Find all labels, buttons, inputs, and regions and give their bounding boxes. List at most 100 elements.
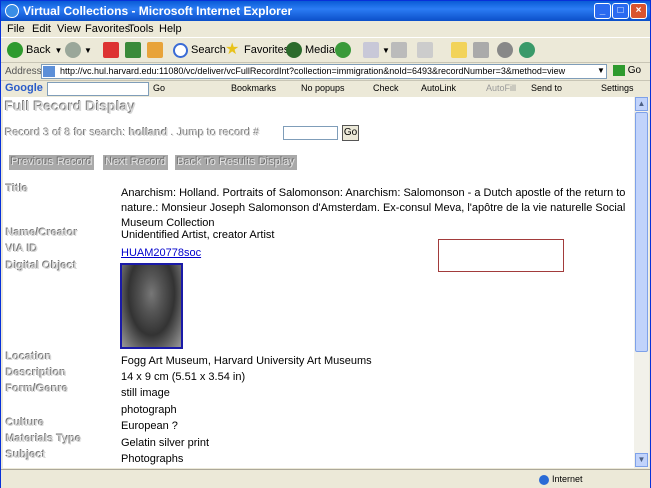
bookmarks-button[interactable]: Bookmarks	[231, 83, 276, 93]
go-button[interactable]: Go	[613, 65, 641, 76]
ie-icon	[5, 4, 19, 18]
mail-icon	[363, 42, 379, 58]
google-go-button[interactable]: Go	[153, 83, 165, 93]
go-arrow-icon	[613, 65, 625, 76]
star-icon: ★	[225, 41, 240, 58]
menu-edit[interactable]: Edit	[32, 23, 51, 35]
stop-icon	[103, 42, 119, 58]
jump-go-button[interactable]: Go	[342, 125, 359, 141]
scroll-up-icon[interactable]: ▲	[635, 97, 648, 111]
folder-button[interactable]	[451, 42, 470, 58]
favorites-button[interactable]: ★ Favorites	[225, 42, 289, 58]
sendto-button[interactable]: Send to	[531, 83, 562, 93]
google-logo: Google	[5, 82, 43, 94]
close-button[interactable]: ×	[630, 3, 647, 19]
edit-button[interactable]	[417, 42, 436, 58]
standard-toolbar: Back ▼ ▼ Search ★ Favorites Media ▼	[1, 37, 650, 62]
field-label-via-id: VIA ID	[6, 243, 38, 255]
page-icon	[43, 66, 55, 77]
field-value-materials: Gelatin silver print	[121, 437, 210, 449]
address-input[interactable]: http://vc.hul.harvard.edu:11080/vc/deliv…	[41, 64, 607, 79]
field-label-location: Location	[6, 351, 52, 363]
scroll-down-icon[interactable]: ▼	[635, 453, 648, 467]
page-title: Full Record Display	[5, 98, 136, 114]
messenger-button[interactable]	[497, 42, 516, 58]
history-icon	[335, 42, 351, 58]
field-value-location: Fogg Art Museum, Harvard University Art …	[121, 355, 372, 367]
field-label-subject: Subject	[6, 449, 46, 461]
forward-button[interactable]: ▼	[65, 42, 92, 58]
field-value-form-genre-2: photograph	[121, 404, 177, 416]
next-record-button[interactable]: Next Record	[103, 155, 169, 170]
window-title: Virtual Collections - Microsoft Internet…	[23, 4, 293, 18]
search-button[interactable]: Search	[173, 42, 226, 58]
media-button[interactable]: Media	[286, 42, 335, 58]
field-label-description: Description	[6, 367, 67, 379]
field-label-materials: Materials Type	[6, 433, 82, 445]
field-label-title: Title	[6, 183, 29, 195]
page-content: Full Record Display Record 3 of 8 for se…	[3, 97, 634, 468]
msn-icon	[519, 42, 535, 58]
search-term: holland	[129, 127, 169, 139]
settings-button[interactable]: Settings	[601, 83, 634, 93]
back-arrow-icon	[7, 42, 23, 58]
mail-button[interactable]: ▼	[363, 42, 390, 58]
google-toolbar: Google Go Bookmarks No popups Check Auto…	[1, 80, 650, 97]
previous-record-button[interactable]: Previous Record	[9, 155, 95, 170]
annotation-box	[438, 239, 564, 272]
scrollbar-thumb[interactable]	[635, 112, 648, 352]
menu-file[interactable]: File	[7, 23, 25, 35]
autofill-button[interactable]: AutoFill	[486, 83, 516, 93]
media-icon	[286, 42, 302, 58]
field-value-creator: Unidentified Artist, creator Artist	[121, 229, 275, 241]
search-icon	[173, 42, 188, 58]
menu-tools[interactable]: Tools	[128, 23, 154, 35]
popups-button[interactable]: No popups	[301, 83, 345, 93]
search-summary: Record 3 of 8 for search: holland . Jump…	[5, 127, 260, 139]
back-to-results-button[interactable]: Back To Results Display	[175, 155, 297, 170]
via-id-link[interactable]: HUAM20778soc	[121, 247, 201, 259]
back-button[interactable]: Back ▼	[7, 42, 62, 58]
address-dropdown-icon[interactable]: ▼	[597, 66, 605, 75]
menu-favorites[interactable]: Favorites	[85, 23, 130, 35]
field-value-description: 14 x 9 cm (5.51 x 3.54 in)	[121, 371, 246, 383]
browser-window: Virtual Collections - Microsoft Internet…	[0, 0, 651, 488]
status-bar: Internet	[1, 469, 650, 488]
address-bar: Address http://vc.hul.harvard.edu:11080/…	[1, 62, 650, 81]
refresh-button[interactable]	[125, 42, 144, 58]
print-button[interactable]	[391, 42, 410, 58]
research-icon	[473, 42, 489, 58]
stop-button[interactable]	[103, 42, 122, 58]
field-value-title: Anarchism: Holland. Portraits of Salomon…	[121, 187, 626, 229]
research-button[interactable]	[473, 42, 492, 58]
forward-arrow-icon	[65, 42, 81, 58]
google-search-input[interactable]	[47, 82, 149, 96]
print-icon	[391, 42, 407, 58]
vertical-scrollbar[interactable]: ▲ ▼	[634, 97, 649, 468]
history-button[interactable]	[335, 42, 354, 58]
messenger-icon	[497, 42, 513, 58]
globe-icon	[539, 474, 549, 485]
field-value-culture: European ?	[121, 420, 178, 432]
minimize-button[interactable]: _	[594, 3, 611, 19]
check-button[interactable]: Check	[373, 83, 399, 93]
field-label-digital-object: Digital Object	[6, 260, 77, 272]
home-button[interactable]	[147, 42, 166, 58]
internet-zone: Internet	[539, 474, 583, 485]
folder-icon	[451, 42, 467, 58]
menu-bar: File Edit View Favorites Tools Help	[1, 21, 650, 54]
digital-object-thumbnail[interactable]	[120, 263, 183, 349]
msn-button[interactable]	[519, 42, 538, 58]
field-value-form-genre: still image	[121, 387, 170, 399]
autolink-button[interactable]: AutoLink	[421, 83, 456, 93]
refresh-icon	[125, 42, 141, 58]
address-label: Address	[5, 66, 42, 77]
edit-icon	[417, 42, 433, 58]
maximize-button[interactable]: □	[612, 3, 629, 19]
menu-help[interactable]: Help	[159, 23, 182, 35]
menu-view[interactable]: View	[57, 23, 81, 35]
home-icon	[147, 42, 163, 58]
field-label-culture: Culture	[6, 417, 45, 429]
jump-record-input[interactable]	[283, 126, 338, 140]
field-label-creator: Name/Creator	[6, 227, 79, 239]
